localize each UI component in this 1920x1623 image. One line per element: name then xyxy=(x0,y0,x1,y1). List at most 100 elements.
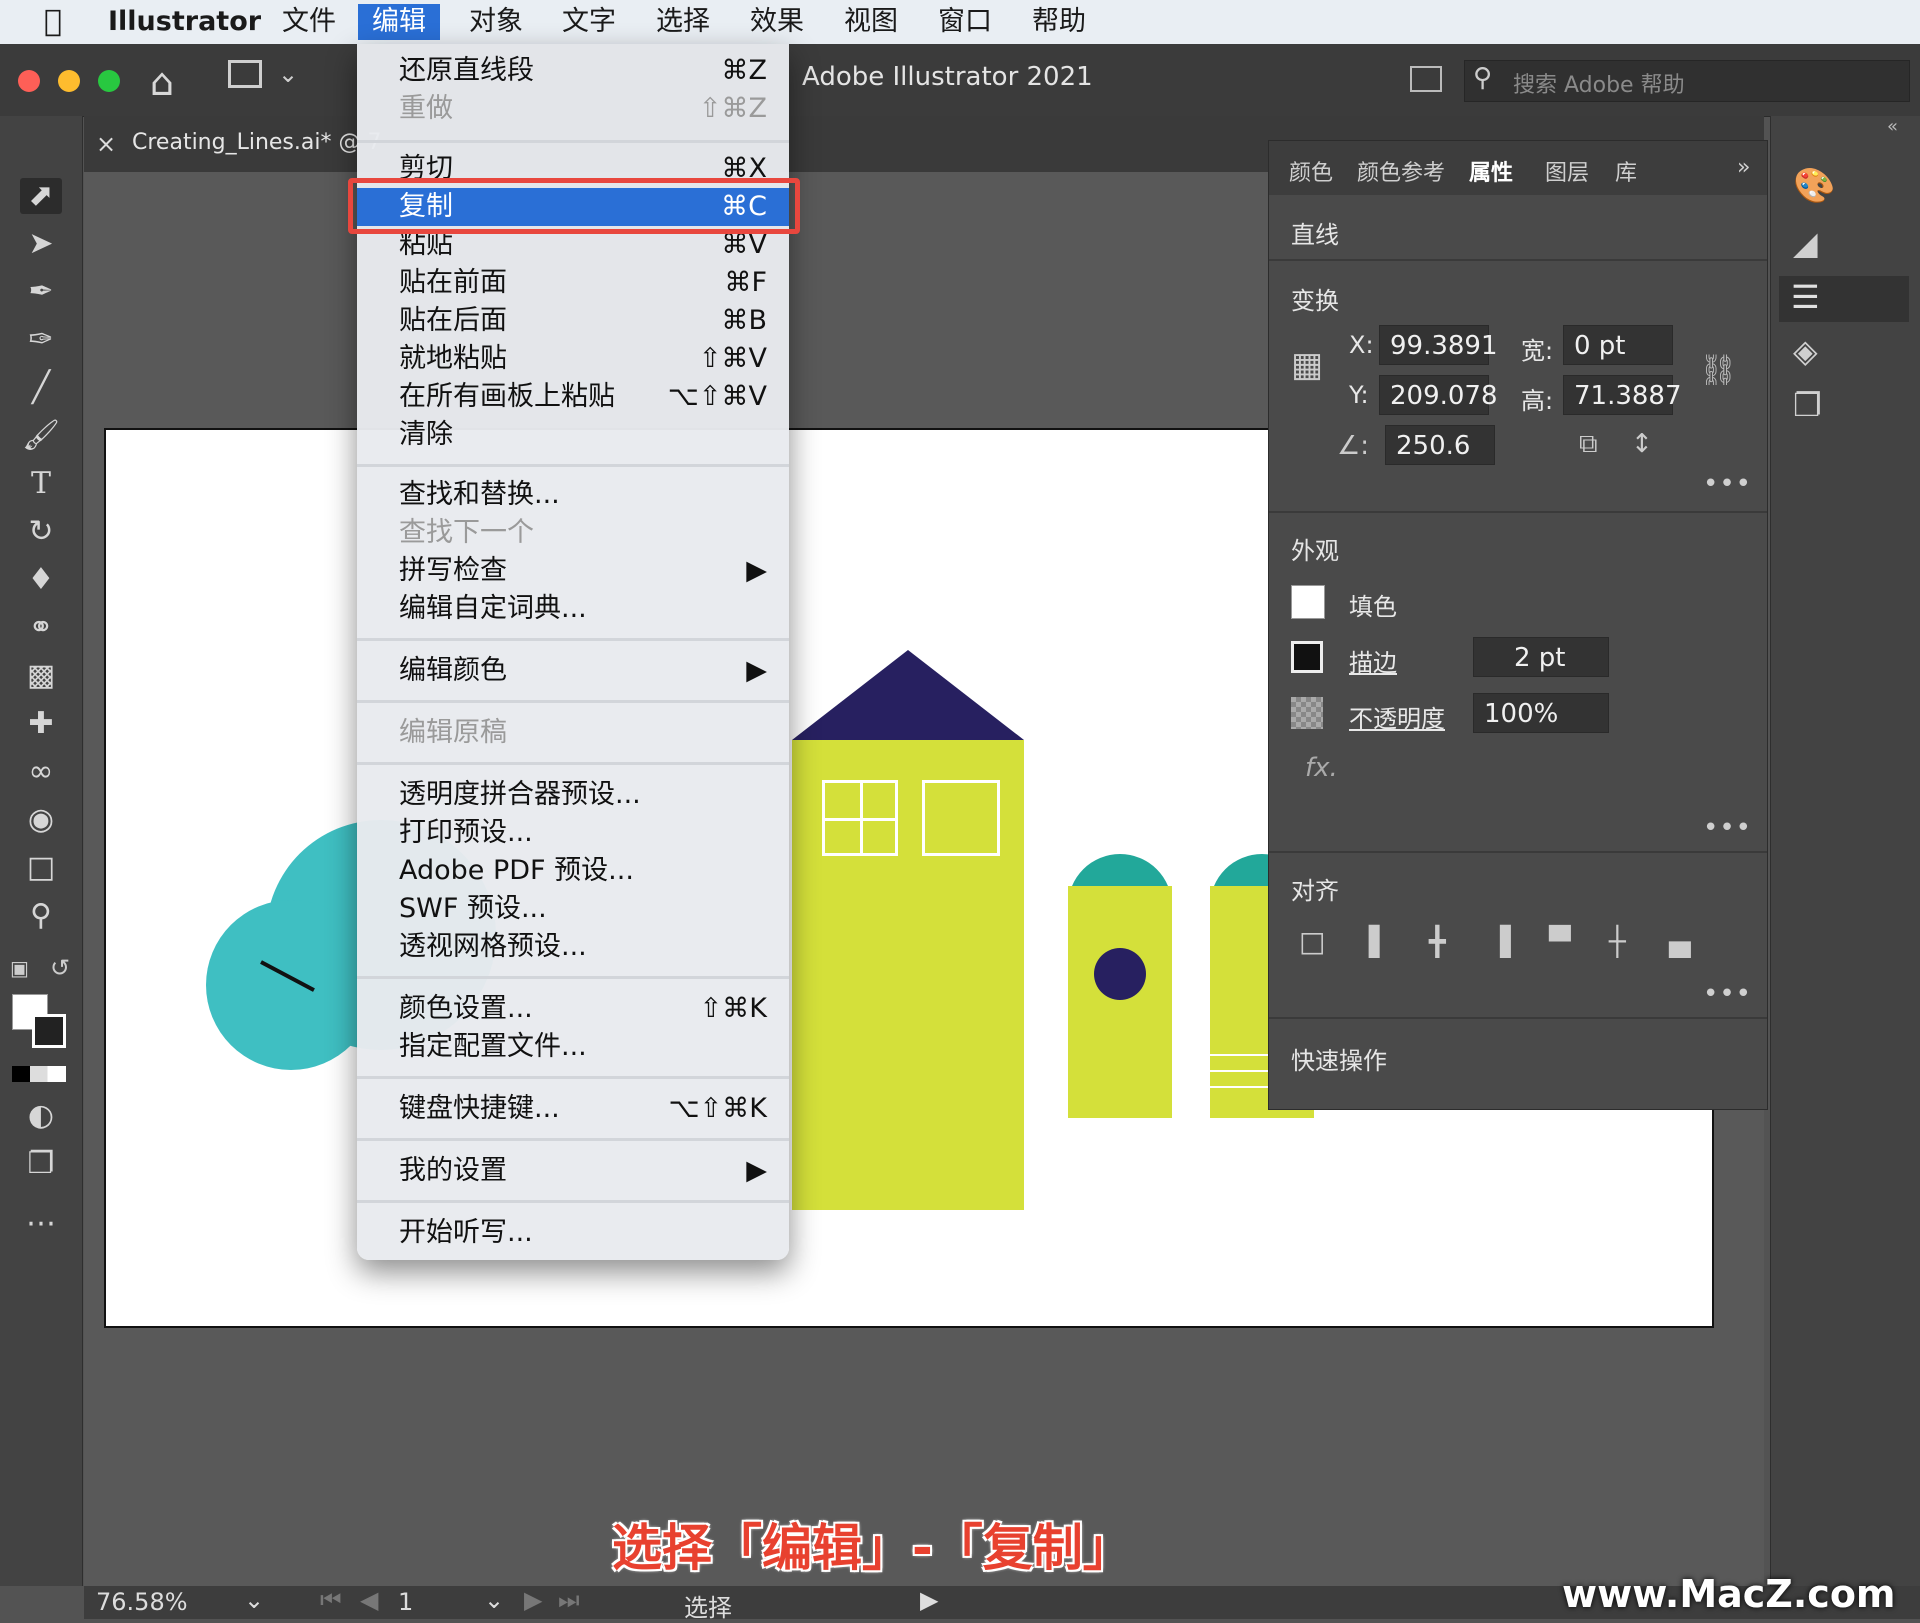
next-artboard-icon[interactable]: ▶ xyxy=(524,1586,542,1614)
panel-menu-icon[interactable]: » xyxy=(1737,155,1750,180)
color-guide-icon[interactable]: ◢ xyxy=(1793,224,1818,262)
menu-select[interactable]: 选择 xyxy=(642,4,724,40)
apple-icon[interactable]:  xyxy=(30,4,76,40)
gradient-tool-icon[interactable]: ▩ xyxy=(20,658,62,694)
eraser-tool-icon[interactable]: ♦ xyxy=(20,562,62,598)
small-building-body[interactable] xyxy=(1068,886,1172,1118)
align-top-icon[interactable]: ▀ xyxy=(1549,925,1571,958)
zoom-dropdown-icon[interactable]: ⌄ xyxy=(244,1586,264,1614)
zoom-tool-icon[interactable]: ⚲ xyxy=(20,898,62,934)
fx-icon[interactable]: fx. xyxy=(1305,753,1338,783)
menu-item-find-replace[interactable]: 查找和替换... xyxy=(357,476,789,514)
paintbrush-tool-icon[interactable]: 🖌 xyxy=(20,418,62,454)
tab-properties[interactable]: 属性 xyxy=(1469,155,1513,187)
menu-edit[interactable]: 编辑 xyxy=(358,4,440,40)
menu-item-paste-in-back[interactable]: 贴在后面 ⌘B xyxy=(357,302,789,340)
align-bottom-icon[interactable]: ▄ xyxy=(1669,925,1691,958)
first-artboard-icon[interactable]: ⏮ xyxy=(320,1586,342,1614)
menu-item-undo[interactable]: 还原直线段 ⌘Z xyxy=(357,52,789,90)
menu-item-paste-in-place[interactable]: 就地粘贴 ⇧⌘V xyxy=(357,340,789,378)
menu-item-color-settings[interactable]: 颜色设置... ⇧⌘K xyxy=(357,990,789,1028)
tab-layers[interactable]: 图层 xyxy=(1545,155,1589,187)
align-vertical-center-icon[interactable]: ┼ xyxy=(1609,925,1626,958)
opacity-label[interactable]: 不透明度 xyxy=(1349,699,1445,734)
line-segment-tool-icon[interactable]: ╱ xyxy=(20,370,62,406)
artboard-number[interactable]: 1 xyxy=(398,1588,413,1616)
prev-artboard-icon[interactable]: ◀ xyxy=(360,1586,378,1614)
tab-color[interactable]: 颜色 xyxy=(1289,155,1333,187)
status-menu-icon[interactable]: ▶ xyxy=(920,1586,938,1614)
stroke-label[interactable]: 描边 xyxy=(1349,643,1397,678)
layers-icon[interactable]: ◈ xyxy=(1793,332,1818,370)
zoom-level[interactable]: 76.58% xyxy=(96,1588,188,1616)
libraries-icon[interactable]: ❐ xyxy=(1793,386,1822,424)
swap-colors-icon[interactable]: ↺ xyxy=(50,954,70,982)
menu-item-swf-presets[interactable]: SWF 预设... xyxy=(357,890,789,928)
menu-type[interactable]: 文字 xyxy=(548,4,630,40)
menu-window[interactable]: 窗口 xyxy=(924,4,1006,40)
help-search-box[interactable]: ⚲ 搜索 Adobe 帮助 xyxy=(1464,60,1910,102)
close-tab-icon[interactable]: × xyxy=(96,130,116,158)
menu-item-start-dictation[interactable]: 开始听写... xyxy=(357,1214,789,1252)
close-window-button[interactable] xyxy=(18,70,40,92)
pen-tool-icon[interactable]: ✒ xyxy=(20,274,62,310)
tab-color-guide[interactable]: 颜色参考 xyxy=(1357,155,1445,187)
menu-item-print-presets[interactable]: 打印预设... xyxy=(357,814,789,852)
align-right-icon[interactable]: ▐ xyxy=(1489,925,1511,958)
blend-tool-icon[interactable]: ∞ xyxy=(20,754,62,790)
align-left-icon[interactable]: ▌ xyxy=(1369,925,1391,958)
menu-file[interactable]: 文件 xyxy=(268,4,350,40)
shape-builder-tool-icon[interactable]: ◉ xyxy=(20,802,62,838)
type-tool-icon[interactable]: T xyxy=(20,466,62,502)
current-tool-label[interactable]: 选择 xyxy=(684,1588,732,1623)
width-field[interactable]: 0 pt xyxy=(1563,325,1673,365)
more-tools-icon[interactable]: ⋯ xyxy=(20,1206,62,1242)
x-field[interactable]: 99.3891 xyxy=(1379,325,1498,365)
artboard-tool-icon[interactable]: □ xyxy=(20,850,62,886)
align-horizontal-center-icon[interactable]: ╋ xyxy=(1429,925,1446,958)
y-field[interactable]: 209.078 xyxy=(1379,375,1498,415)
menu-object[interactable]: 对象 xyxy=(455,4,537,40)
menu-item-assign-profile[interactable]: 指定配置文件... xyxy=(357,1028,789,1066)
reference-point-icon[interactable]: ▦ xyxy=(1291,345,1323,385)
menu-item-pdf-presets[interactable]: Adobe PDF 预设... xyxy=(357,852,789,890)
menu-item-edit-colors[interactable]: 编辑颜色 ▶ xyxy=(357,652,789,690)
direct-selection-tool-icon[interactable]: ➤ xyxy=(20,226,62,262)
color-mode-icon[interactable] xyxy=(12,1066,66,1082)
last-artboard-icon[interactable]: ⏭ xyxy=(558,1586,580,1614)
menu-help[interactable]: 帮助 xyxy=(1018,4,1100,40)
menu-item-edit-dictionary[interactable]: 编辑自定词典... xyxy=(357,590,789,628)
menu-item-paste-in-front[interactable]: 贴在前面 ⌘F xyxy=(357,264,789,302)
constrain-proportions-icon[interactable]: ⛓ xyxy=(1699,353,1737,388)
rotate-angle-field[interactable]: 250.6 xyxy=(1385,425,1495,465)
opacity-field[interactable]: 100% xyxy=(1473,693,1609,733)
warp-tool-icon[interactable]: ⚭ xyxy=(20,610,62,646)
align-more-icon[interactable]: ••• xyxy=(1703,979,1752,1009)
appearance-more-icon[interactable]: ••• xyxy=(1703,813,1752,843)
menu-item-spelling[interactable]: 拼写检查 ▶ xyxy=(357,552,789,590)
height-field[interactable]: 71.3887 xyxy=(1563,375,1682,415)
default-colors-icon[interactable]: ▣ xyxy=(10,956,29,980)
align-to-icon[interactable]: □ xyxy=(1299,925,1325,958)
menu-item-clear[interactable]: 清除 xyxy=(357,416,789,454)
stroke-weight-field[interactable]: 2 pt xyxy=(1473,637,1609,677)
color-palette-icon[interactable]: 🎨 xyxy=(1793,166,1835,206)
curvature-tool-icon[interactable]: ✑ xyxy=(20,322,62,358)
menu-item-paste-on-all-artboards[interactable]: 在所有画板上粘贴 ⌥⇧⌘V xyxy=(357,378,789,416)
menu-effect[interactable]: 效果 xyxy=(736,4,818,40)
rotate-tool-icon[interactable]: ↻ xyxy=(20,514,62,550)
tab-libraries[interactable]: 库 xyxy=(1615,155,1637,187)
menu-item-my-settings[interactable]: 我的设置 ▶ xyxy=(357,1152,789,1190)
house-roof[interactable] xyxy=(792,650,1024,740)
menu-illustrator[interactable]: Illustrator xyxy=(94,4,275,40)
panel-toggle-icon[interactable] xyxy=(1410,66,1442,92)
screen-mode-icon[interactable]: ❐ xyxy=(20,1146,62,1182)
selection-tool-icon[interactable]: ⬈ xyxy=(20,178,62,214)
draw-mode-icon[interactable]: ◐ xyxy=(20,1098,62,1134)
menu-item-transparency-flattener-presets[interactable]: 透明度拼合器预设... xyxy=(357,776,789,814)
tall-house-body[interactable] xyxy=(792,740,1024,1210)
tree-foliage-front[interactable] xyxy=(206,900,376,1070)
menu-item-keyboard-shortcuts[interactable]: 键盘快捷键... ⌥⇧⌘K xyxy=(357,1090,789,1128)
menu-view[interactable]: 视图 xyxy=(830,4,912,40)
fill-color-swatch[interactable] xyxy=(1291,585,1325,619)
